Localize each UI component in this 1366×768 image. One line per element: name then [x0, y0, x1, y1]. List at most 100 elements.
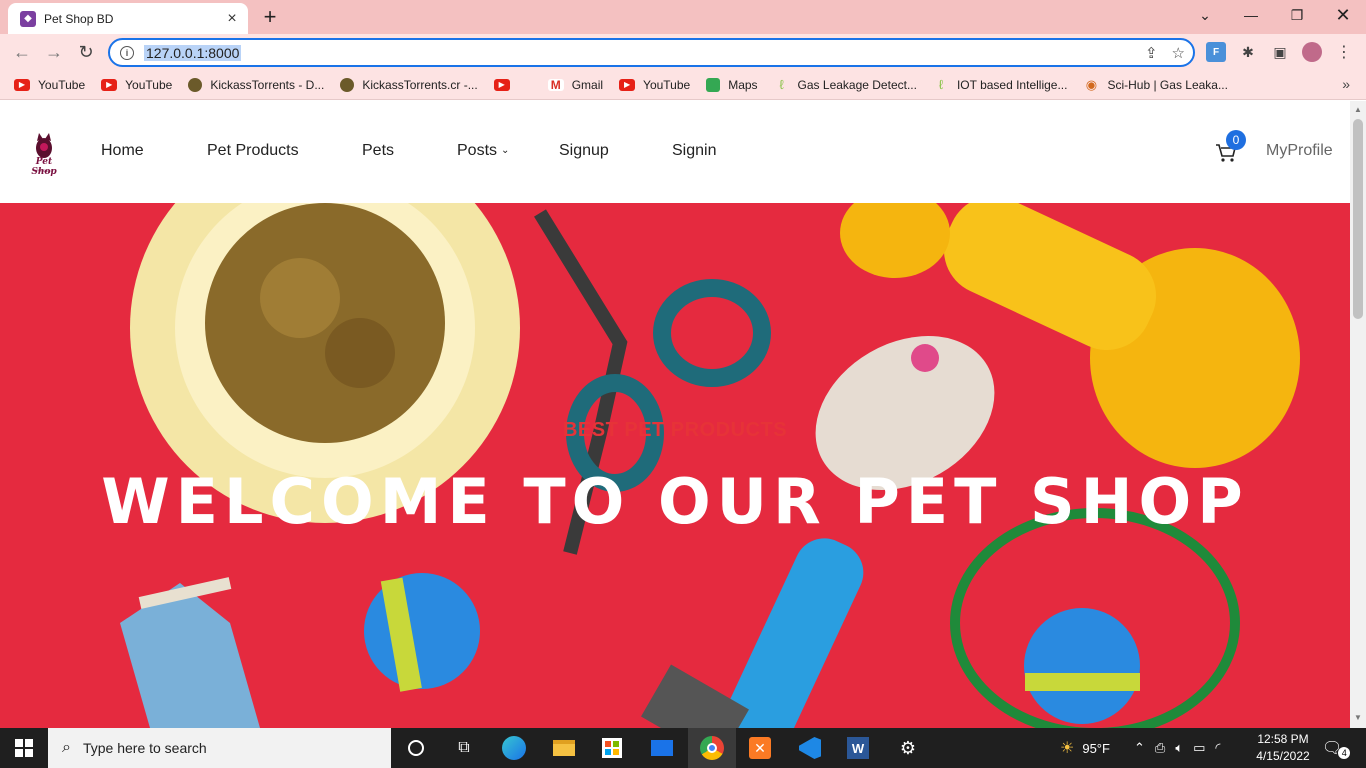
browser-titlebar: ◆ Pet Shop BD × + ⌄ — ❐ ✕ [0, 0, 1366, 34]
wifi-icon[interactable]: ◜ [1215, 740, 1220, 756]
scroll-thumb[interactable] [1353, 119, 1363, 319]
settings-gear-icon[interactable]: ⚙ [884, 728, 932, 768]
bookmark-item[interactable]: ▶ YouTube [14, 78, 85, 92]
reload-button[interactable]: ↻ [74, 40, 98, 64]
hero-title: WELCOME TO OUR PET SHOP [101, 465, 1249, 538]
bookmark-item[interactable]: ℓ IOT based Intellige... [933, 77, 1068, 92]
url-text[interactable]: 127.0.0.1:8000 [144, 44, 242, 61]
battery-icon[interactable]: ▭ [1193, 740, 1205, 756]
site-logo[interactable]: Pet Shop PetShop [22, 133, 66, 177]
youtube-icon: ▶ [101, 78, 118, 91]
tab-search-chevron-icon[interactable]: ⌄ [1182, 0, 1228, 30]
search-placeholder: Type here to search [82, 740, 207, 756]
chrome-icon[interactable] [688, 728, 736, 768]
bookmark-item[interactable]: ▶ YouTube [619, 78, 690, 92]
weather-sun-icon: ☀ [1060, 740, 1075, 757]
puzzle-extensions-icon[interactable]: ✱ [1238, 42, 1258, 62]
profile-avatar[interactable] [1302, 42, 1322, 62]
notification-center[interactable]: 🗨︎ 4 [1322, 728, 1351, 768]
bookmark-item[interactable]: ▶ YouTube [101, 78, 172, 92]
nav-home[interactable]: Home [101, 142, 144, 160]
youtube-icon: ▶ [493, 78, 510, 91]
windows-logo-icon [15, 739, 33, 757]
clock-date: 4/15/2022 [1256, 749, 1310, 763]
nav-posts-label: Posts [457, 142, 498, 159]
speaker-icon[interactable]: 🔈︎ [1175, 740, 1183, 756]
restore-button[interactable]: ❐ [1274, 0, 1320, 30]
scroll-up-arrow-icon[interactable]: ▲ [1353, 105, 1363, 115]
task-view-icon[interactable]: ⧉ [440, 728, 488, 768]
extension-icon[interactable]: F [1206, 42, 1226, 62]
bookmark-item[interactable]: KickassTorrents - D... [188, 77, 324, 92]
graduation-cap-icon: ◆ [20, 10, 36, 27]
web-page: Pet Shop PetShop Home Pet Products Pets … [0, 101, 1350, 728]
back-button[interactable]: ← [10, 40, 34, 64]
chevron-up-icon[interactable]: ⌃ [1134, 740, 1145, 756]
nav-my-profile[interactable]: MyProfile [1266, 142, 1333, 160]
kickass-icon [188, 77, 203, 92]
kickass-icon [340, 77, 355, 92]
tab-title: Pet Shop BD [44, 11, 114, 26]
logo-subtext: PetShop [36, 168, 52, 173]
weather-widget[interactable]: ☀ 95°F [1060, 728, 1110, 768]
start-button[interactable] [0, 728, 48, 768]
browser-tab[interactable]: ◆ Pet Shop BD × [8, 3, 248, 34]
nav-pets[interactable]: Pets [362, 142, 394, 160]
bookmarks-bar: ▶ YouTube ▶ YouTube KickassTorrents - D...… [0, 70, 1366, 100]
xampp-icon[interactable]: ✕ [736, 728, 784, 768]
bookmark-item[interactable]: KickassTorrents.cr -... [340, 77, 478, 92]
minimize-button[interactable]: — [1228, 0, 1274, 30]
more-bookmarks-icon[interactable]: » [1342, 76, 1350, 92]
hero-banner: BEST PET PRODUCTS WELCOME TO OUR PET SHO… [0, 203, 1350, 728]
edge-icon[interactable] [490, 728, 538, 768]
nav-pet-products[interactable]: Pet Products [207, 142, 299, 160]
close-tab-icon[interactable]: × [224, 10, 240, 27]
nav-signup[interactable]: Signup [559, 142, 609, 160]
bookmark-item[interactable]: Maps [706, 77, 758, 92]
leaf-icon: ℓ [779, 77, 784, 92]
gmail-icon: M [547, 78, 564, 92]
bookmark-item[interactable]: M Gmail [547, 78, 603, 92]
share-icon[interactable]: ⇪ [1145, 44, 1158, 62]
close-window-button[interactable]: ✕ [1320, 0, 1366, 30]
file-explorer-icon[interactable] [540, 728, 588, 768]
cart-count-badge: 0 [1226, 130, 1246, 150]
chevron-down-icon: ⌄ [501, 145, 510, 156]
address-bar[interactable]: i 127.0.0.1:8000 ⇪ ☆ [108, 38, 1195, 67]
windows-taskbar: ⌕ Type here to search ⧉ ✕ W ⚙ ☀ 95°F ⌃ ⎙ [0, 728, 1366, 768]
site-info-icon[interactable]: i [120, 45, 134, 60]
youtube-icon: ▶ [619, 78, 636, 91]
vscode-icon[interactable] [786, 728, 834, 768]
notification-count: 4 [1338, 747, 1351, 759]
youtube-icon: ▶ [14, 78, 30, 91]
mail-icon[interactable] [638, 728, 686, 768]
taskbar-clock[interactable]: 12:58 PM 4/15/2022 [1252, 731, 1314, 765]
word-icon[interactable]: W [834, 728, 882, 768]
browser-toolbar: ← → ↻ i 127.0.0.1:8000 ⇪ ☆ F ✱ ▣ ⋮ [0, 34, 1366, 70]
nav-signin[interactable]: Signin [672, 142, 716, 160]
page-scrollbar[interactable]: ▲ ▼ [1350, 101, 1366, 728]
hero-subtitle: BEST PET PRODUCTS [562, 419, 788, 441]
cat-dog-logo-icon [36, 133, 52, 158]
leaf-icon: ℓ [938, 77, 944, 92]
cortana-icon[interactable] [392, 728, 440, 768]
bookmark-star-icon[interactable]: ☆ [1172, 44, 1185, 62]
taskbar-search-box[interactable]: ⌕ Type here to search [48, 728, 391, 768]
bookmark-item[interactable]: ℓ Gas Leakage Detect... [774, 77, 917, 92]
bookmark-item[interactable]: ▶ [493, 78, 518, 91]
logo-text: Pet Shop [31, 157, 57, 177]
system-tray: ⌃ ⎙ 🔈︎ ▭ ◜ [1134, 728, 1220, 768]
forward-button[interactable]: → [42, 40, 66, 64]
kebab-menu-icon[interactable]: ⋮ [1334, 42, 1354, 62]
site-navbar: Pet Shop PetShop Home Pet Products Pets … [0, 101, 1350, 203]
side-panel-icon[interactable]: ▣ [1270, 42, 1290, 62]
scihub-icon: ◉ [1085, 76, 1098, 92]
scroll-down-arrow-icon[interactable]: ▼ [1353, 713, 1363, 723]
clock-time: 12:58 PM [1257, 732, 1309, 746]
nav-posts-dropdown[interactable]: Posts ⌄ [457, 142, 509, 160]
bookmark-item[interactable]: ◉ Sci-Hub | Gas Leaka... [1083, 76, 1228, 92]
new-tab-button[interactable]: + [258, 4, 282, 29]
network-device-icon[interactable]: ⎙ [1155, 740, 1165, 756]
store-icon[interactable] [588, 728, 636, 768]
search-icon: ⌕ [62, 739, 71, 756]
